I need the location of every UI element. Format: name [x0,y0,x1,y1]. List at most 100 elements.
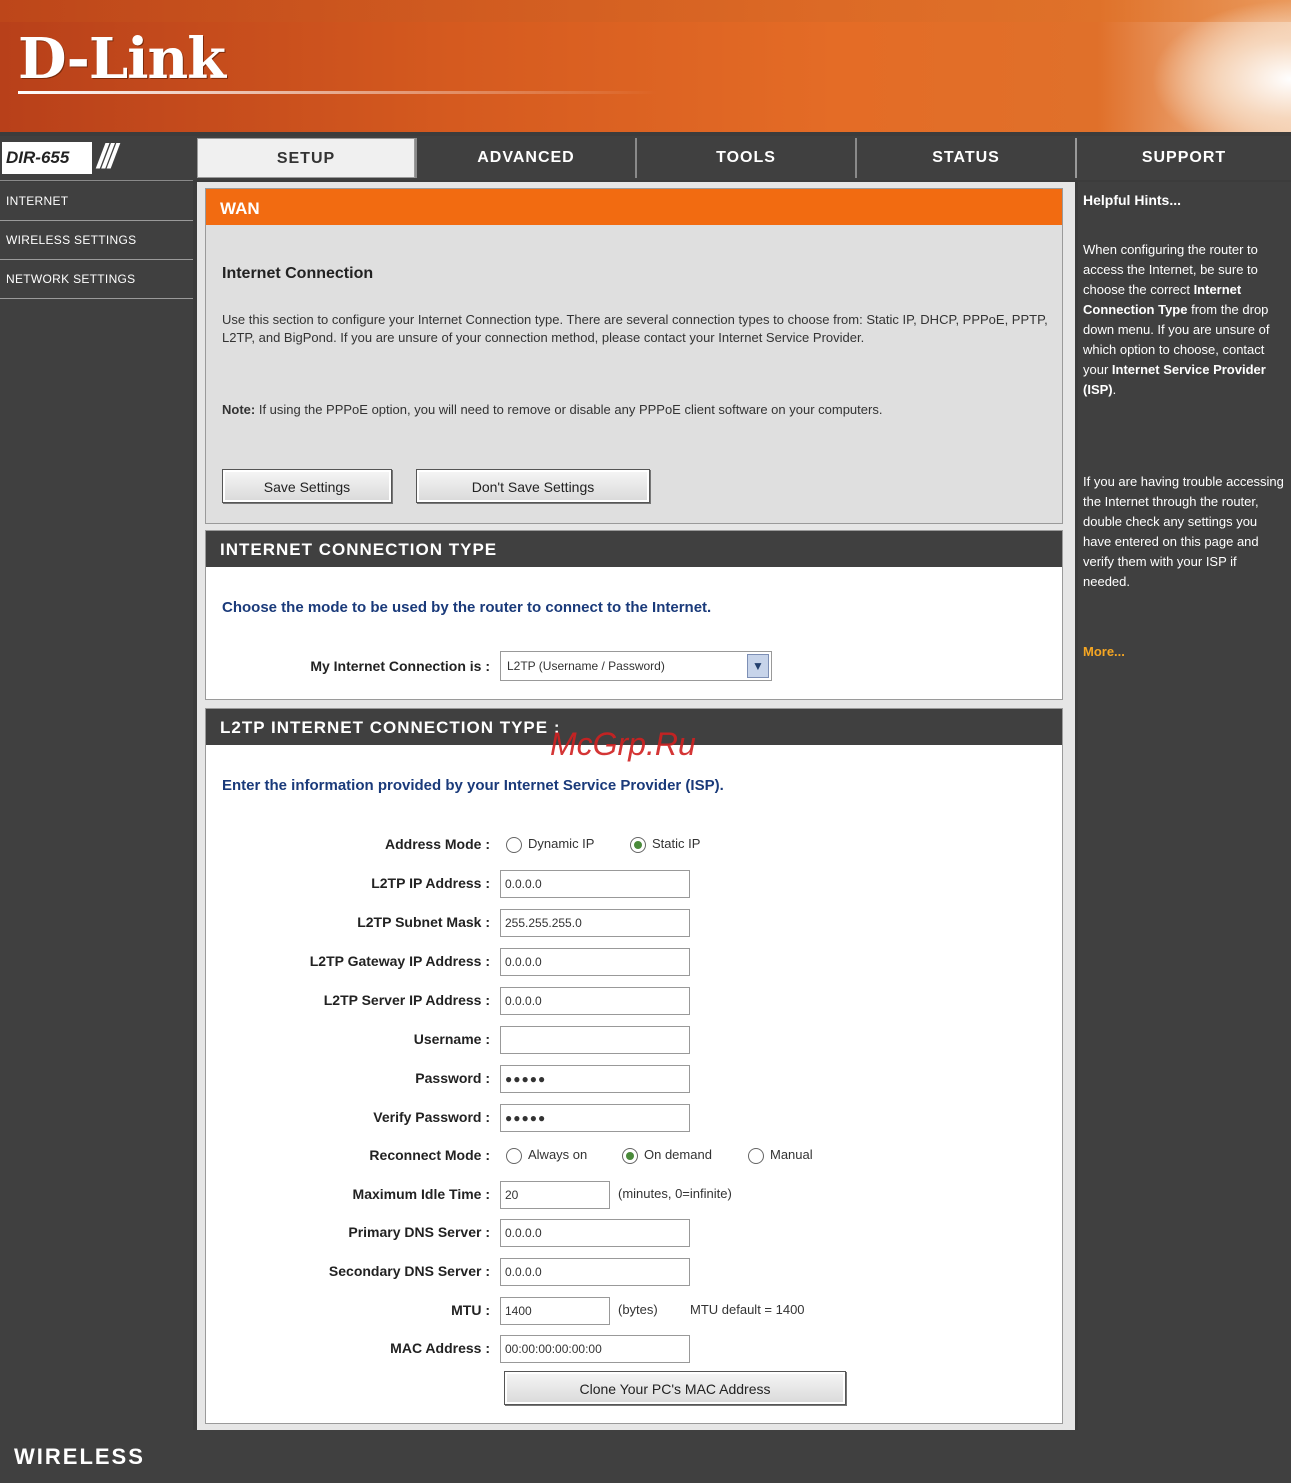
connection-type-label: My Internet Connection is : [310,658,490,674]
l2tp-ip-label: L2TP IP Address : [371,875,490,891]
l2tp-server-label: L2TP Server IP Address : [323,992,490,1008]
dynamic-ip-label: Dynamic IP [528,836,595,851]
banner-swoosh [1151,0,1291,132]
save-settings-button[interactable]: Save Settings [222,469,392,503]
username-label: Username : [413,1031,490,1047]
connection-type-value: L2TP (Username / Password) [507,659,665,673]
footer-wireless-label: WIRELESS [14,1444,145,1469]
wan-description: Use this section to configure your Inter… [222,312,1048,345]
chevron-down-icon[interactable]: ▼ [747,654,769,678]
footer: WIRELESS [0,1430,1291,1483]
password-input[interactable]: ●●●●● [500,1065,690,1093]
l2tp-mask-label: L2TP Subnet Mask : [357,914,490,930]
verify-password-row: Verify Password : ●●●●● [206,1102,1056,1132]
address-mode-dynamic[interactable]: Dynamic IP [506,829,594,859]
l2tp-server-input[interactable]: 0.0.0.0 [500,987,690,1015]
password-row: Password : ●●●●● [206,1063,1056,1093]
connection-type-select[interactable]: L2TP (Username / Password) ▼ [500,651,772,681]
primary-dns-label: Primary DNS Server : [348,1224,490,1240]
l2tp-ip-input[interactable]: 0.0.0.0 [500,870,690,898]
slash-icon: /// [97,138,117,176]
password-label: Password : [415,1070,490,1086]
l2tp-intro: Enter the information provided by your I… [222,777,724,794]
ict-intro: Choose the mode to be used by the router… [222,599,712,616]
l2tp-server-row: L2TP Server IP Address : 0.0.0.0 [206,985,1056,1015]
radio-on-demand[interactable] [622,1147,638,1164]
address-mode-row: Address Mode : Dynamic IP Static IP [206,829,1056,859]
l2tp-ip-row: L2TP IP Address : 0.0.0.0 [206,868,1056,898]
radio-manual[interactable] [748,1147,764,1164]
hints-paragraph-1: When configuring the router to access th… [1083,240,1285,400]
idle-time-unit: (minutes, 0=infinite) [618,1186,732,1201]
tab-setup[interactable]: SETUP [197,138,415,178]
mtu-label: MTU : [451,1302,490,1318]
clone-mac-button[interactable]: Clone Your PC's MAC Address [504,1371,846,1405]
mac-address-input[interactable]: 00:00:00:00:00:00 [500,1335,690,1363]
secondary-dns-row: Secondary DNS Server : 0.0.0.0 [206,1256,1056,1286]
dont-save-settings-button[interactable]: Don't Save Settings [416,469,650,503]
mac-address-row: MAC Address : 00:00:00:00:00:00 [206,1333,1056,1363]
main-content: WAN Internet Connection Use this section… [197,182,1075,1430]
mtu-row: MTU : 1400 (bytes) MTU default = 1400 [206,1295,1056,1325]
reconnect-manual[interactable]: Manual [748,1140,813,1170]
l2tp-mask-input[interactable]: 255.255.255.0 [500,909,690,937]
mtu-default: MTU default = 1400 [690,1302,805,1317]
connection-type-row: My Internet Connection is : L2TP (Userna… [206,651,1056,681]
radio-static-ip[interactable] [630,836,646,853]
static-ip-label: Static IP [652,836,701,851]
wan-section: WAN Internet Connection Use this section… [205,188,1063,524]
mtu-unit: (bytes) [618,1302,658,1317]
watermark: McGrp.Ru [550,726,696,762]
mac-address-label: MAC Address : [390,1340,490,1356]
address-mode-label: Address Mode : [384,836,490,852]
l2tp-gateway-label: L2TP Gateway IP Address : [309,953,490,969]
tab-support[interactable]: SUPPORT [1075,138,1291,178]
sidebar-item-wireless-settings[interactable]: WIRELESS SETTINGS [0,221,193,260]
mtu-input[interactable]: 1400 [500,1297,610,1325]
username-input[interactable] [500,1026,690,1054]
primary-dns-row: Primary DNS Server : 0.0.0.0 [206,1217,1056,1247]
tab-tools[interactable]: TOOLS [635,138,855,178]
secondary-dns-label: Secondary DNS Server : [328,1263,490,1279]
username-row: Username : [206,1024,1056,1054]
note-text: If using the PPPoE option, you will need… [255,402,883,417]
tab-advanced[interactable]: ADVANCED [415,138,635,178]
reconnect-on-demand[interactable]: On demand [622,1140,712,1170]
hint-text: . [1112,382,1117,397]
sidebar-item-network-settings[interactable]: NETWORK SETTINGS [0,260,193,299]
idle-time-input[interactable]: 20 [500,1181,610,1209]
secondary-dns-input[interactable]: 0.0.0.0 [500,1258,690,1286]
ict-header: INTERNET CONNECTION TYPE [206,531,1062,567]
always-on-label: Always on [528,1147,588,1162]
address-mode-static[interactable]: Static IP [630,829,700,859]
logo-underline [18,91,658,94]
l2tp-gateway-row: L2TP Gateway IP Address : 0.0.0.0 [206,946,1056,976]
sidebar-item-internet[interactable]: INTERNET [0,182,193,221]
l2tp-gateway-input[interactable]: 0.0.0.0 [500,948,690,976]
l2tp-mask-row: L2TP Subnet Mask : 255.255.255.0 [206,907,1056,937]
sidebar: INTERNET WIRELESS SETTINGS NETWORK SETTI… [0,182,193,1430]
wan-note: Note: If using the PPPoE option, you wil… [222,401,1048,419]
hints-paragraph-2: If you are having trouble accessing the … [1083,474,1284,589]
header-banner: D-Link [0,0,1291,132]
reconnect-always-on[interactable]: Always on [506,1140,587,1170]
reconnect-mode-row: Reconnect Mode : Always on On demand Man… [206,1140,1056,1170]
more-link[interactable]: More... [1083,642,1125,662]
manual-label: Manual [770,1147,813,1162]
radio-dynamic-ip[interactable] [506,836,522,853]
radio-always-on[interactable] [506,1147,522,1164]
primary-dns-input[interactable]: 0.0.0.0 [500,1219,690,1247]
verify-password-input[interactable]: ●●●●● [500,1104,690,1132]
wan-header: WAN [206,189,1062,225]
model-name: DIR-655 [2,142,92,174]
model-badge: DIR-655 /// [0,136,193,181]
note-label: Note: [222,402,256,417]
on-demand-label: On demand [644,1147,712,1162]
banner-stripe [0,0,1291,22]
l2tp-section: L2TP INTERNET CONNECTION TYPE : Enter th… [205,708,1063,1424]
helpful-hints-panel: Helpful Hints... When configuring the ro… [1078,182,1291,1430]
idle-time-row: Maximum Idle Time : 20 (minutes, 0=infin… [206,1179,1056,1209]
dlink-logo: D-Link [18,26,226,92]
tab-status[interactable]: STATUS [855,138,1075,178]
idle-time-label: Maximum Idle Time : [352,1186,490,1202]
